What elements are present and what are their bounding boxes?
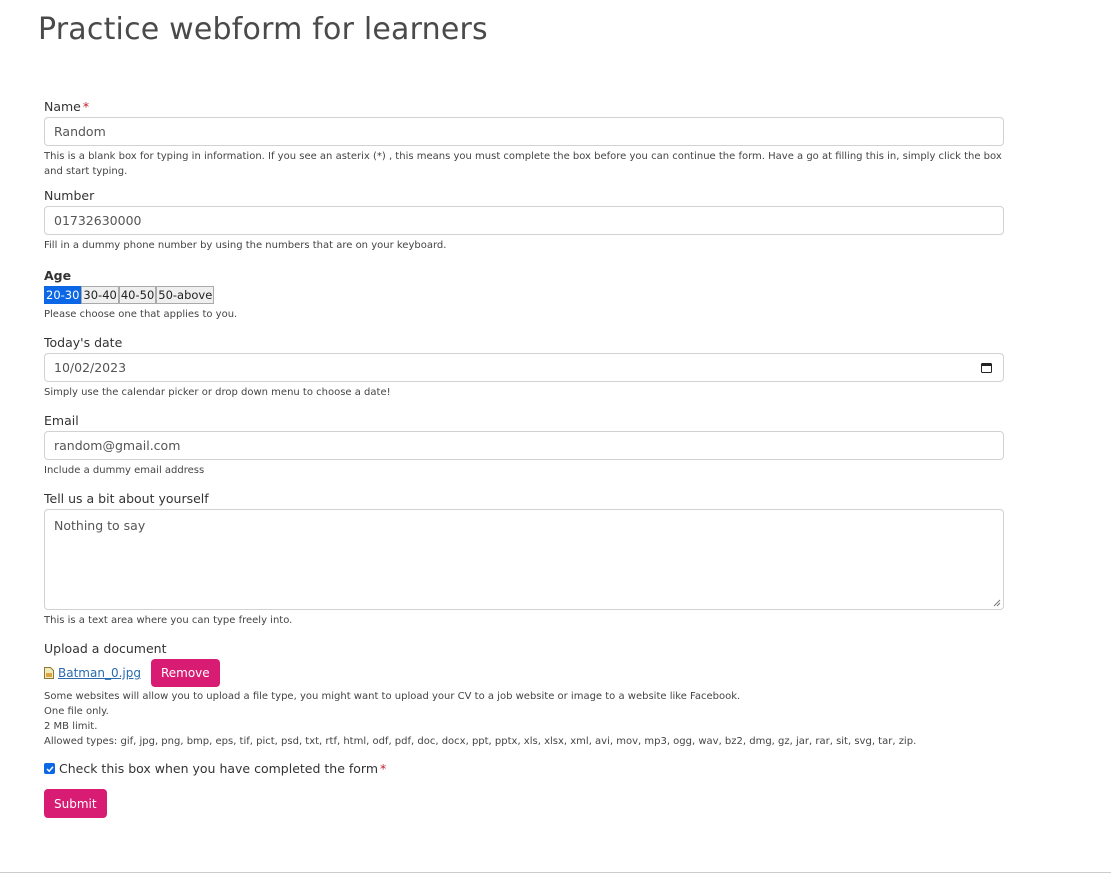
upload-help-line: Some websites will allow you to upload a…: [44, 691, 741, 702]
age-option-30-40[interactable]: 30-40: [81, 286, 119, 304]
about-textarea[interactable]: Nothing to say: [44, 509, 1004, 610]
number-help: Fill in a dummy phone number by using th…: [44, 240, 447, 251]
date-field: Today's date 10/02/2023 Simply use the c…: [44, 334, 1004, 400]
email-help: Include a dummy email address: [44, 465, 205, 476]
age-field: Age 20-30 30-40 40-50 50-above Please ch…: [44, 267, 1004, 322]
complete-checkbox-label: Check this box when you have completed t…: [59, 761, 387, 776]
about-value: Nothing to say: [54, 518, 146, 533]
webform: Name * Random This is a blank box for typ…: [44, 98, 1004, 818]
required-mark: *: [82, 99, 90, 114]
age-select: 20-30 30-40 40-50 50-above: [44, 286, 1004, 304]
number-label: Number: [44, 188, 95, 203]
name-label: Name *: [44, 99, 90, 114]
upload-field: Upload a document Batman_0.jpg Remove So…: [44, 640, 1004, 749]
calendar-icon[interactable]: [981, 362, 992, 373]
about-label: Tell us a bit about yourself: [44, 491, 209, 506]
age-option-40-50[interactable]: 40-50: [118, 286, 157, 304]
complete-checkbox[interactable]: [44, 763, 55, 774]
name-input[interactable]: Random: [44, 117, 1004, 146]
upload-label: Upload a document: [44, 641, 167, 656]
about-help: This is a text area where you can type f…: [44, 615, 293, 626]
upload-help: Some websites will allow you to upload a…: [44, 689, 1004, 749]
date-help: Simply use the calendar picker or drop d…: [44, 387, 391, 398]
age-option-50-above[interactable]: 50-above: [156, 286, 215, 304]
upload-row: Batman_0.jpg Remove: [44, 659, 1004, 687]
number-field: Number 01732630000 Fill in a dummy phone…: [44, 187, 1004, 253]
remove-button[interactable]: Remove: [150, 659, 220, 687]
date-input[interactable]: 10/02/2023: [44, 353, 1004, 382]
age-label: Age: [44, 268, 72, 283]
age-help: Please choose one that applies to you.: [44, 309, 238, 320]
age-option-20-30[interactable]: 20-30: [44, 286, 82, 304]
resize-handle-icon[interactable]: [993, 599, 1001, 607]
email-label: Email: [44, 413, 79, 428]
date-value: 10/02/2023: [54, 360, 127, 375]
date-label: Today's date: [44, 335, 123, 350]
upload-help-line: 2 MB limit.: [44, 721, 98, 732]
required-mark: *: [380, 761, 387, 776]
complete-check-row: Check this box when you have completed t…: [44, 761, 1004, 776]
page-title: Practice webform for learners: [38, 12, 488, 47]
upload-help-line: Allowed types: gif, jpg, png, bmp, eps, …: [44, 736, 917, 747]
about-field: Tell us a bit about yourself Nothing to …: [44, 490, 1004, 628]
name-help: This is a blank box for typing in inform…: [44, 151, 1002, 177]
number-input[interactable]: 01732630000: [44, 206, 1004, 235]
email-input[interactable]: random@gmail.com: [44, 431, 1004, 460]
email-field: Email random@gmail.com Include a dummy e…: [44, 412, 1004, 478]
footer-divider: [0, 872, 1111, 873]
uploaded-file-link[interactable]: Batman_0.jpg: [58, 666, 141, 680]
image-file-icon: [44, 667, 54, 679]
checkmark-icon: [45, 765, 54, 772]
upload-help-line: One file only.: [44, 706, 109, 717]
submit-button[interactable]: Submit: [44, 789, 107, 818]
name-field: Name * Random This is a blank box for typ…: [44, 98, 1004, 179]
